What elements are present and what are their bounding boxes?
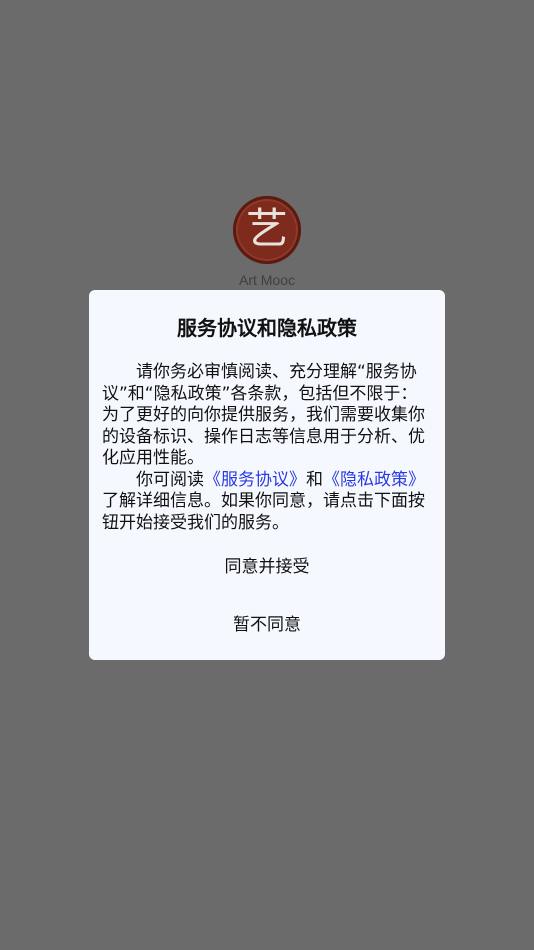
app-logo-mark: 艺 [245, 204, 288, 253]
app-name: Art Mooc [238, 272, 295, 288]
agree-button[interactable]: 同意并接受 [89, 552, 445, 577]
para2-prefix: 你可阅读 [136, 469, 204, 490]
decline-button[interactable]: 暂不同意 [89, 610, 445, 635]
app-logo-area: 艺 Art Mooc [0, 196, 534, 288]
service-agreement-link[interactable]: 《服务协议》 [204, 470, 306, 490]
app-logo: 艺 [233, 196, 301, 264]
privacy-policy-link[interactable]: 《隐私政策》 [323, 470, 425, 490]
dialog-paragraph-2: 你可阅读《服务协议》和《隐私政策》了解详细信息。如果你同意，请点击下面按钮开始接… [102, 470, 434, 535]
and-text: 和 [306, 469, 323, 490]
dialog-paragraph-1: 请你务必审慎阅读、充分理解“服务协议”和“隐私政策”各条款，包括但不限于：为了更… [102, 362, 425, 468]
privacy-dialog: 服务协议和隐私政策 请你务必审慎阅读、充分理解“服务协议”和“隐私政策”各条款，… [89, 290, 445, 660]
para2-suffix: 了解详细信息。如果你同意，请点击下面按钮开始接受我们的服务。 [102, 491, 425, 533]
dialog-title: 服务协议和隐私政策 [177, 316, 357, 340]
dialog-body: 请你务必审慎阅读、充分理解“服务协议”和“隐私政策”各条款，包括但不限于：为了更… [102, 362, 434, 534]
